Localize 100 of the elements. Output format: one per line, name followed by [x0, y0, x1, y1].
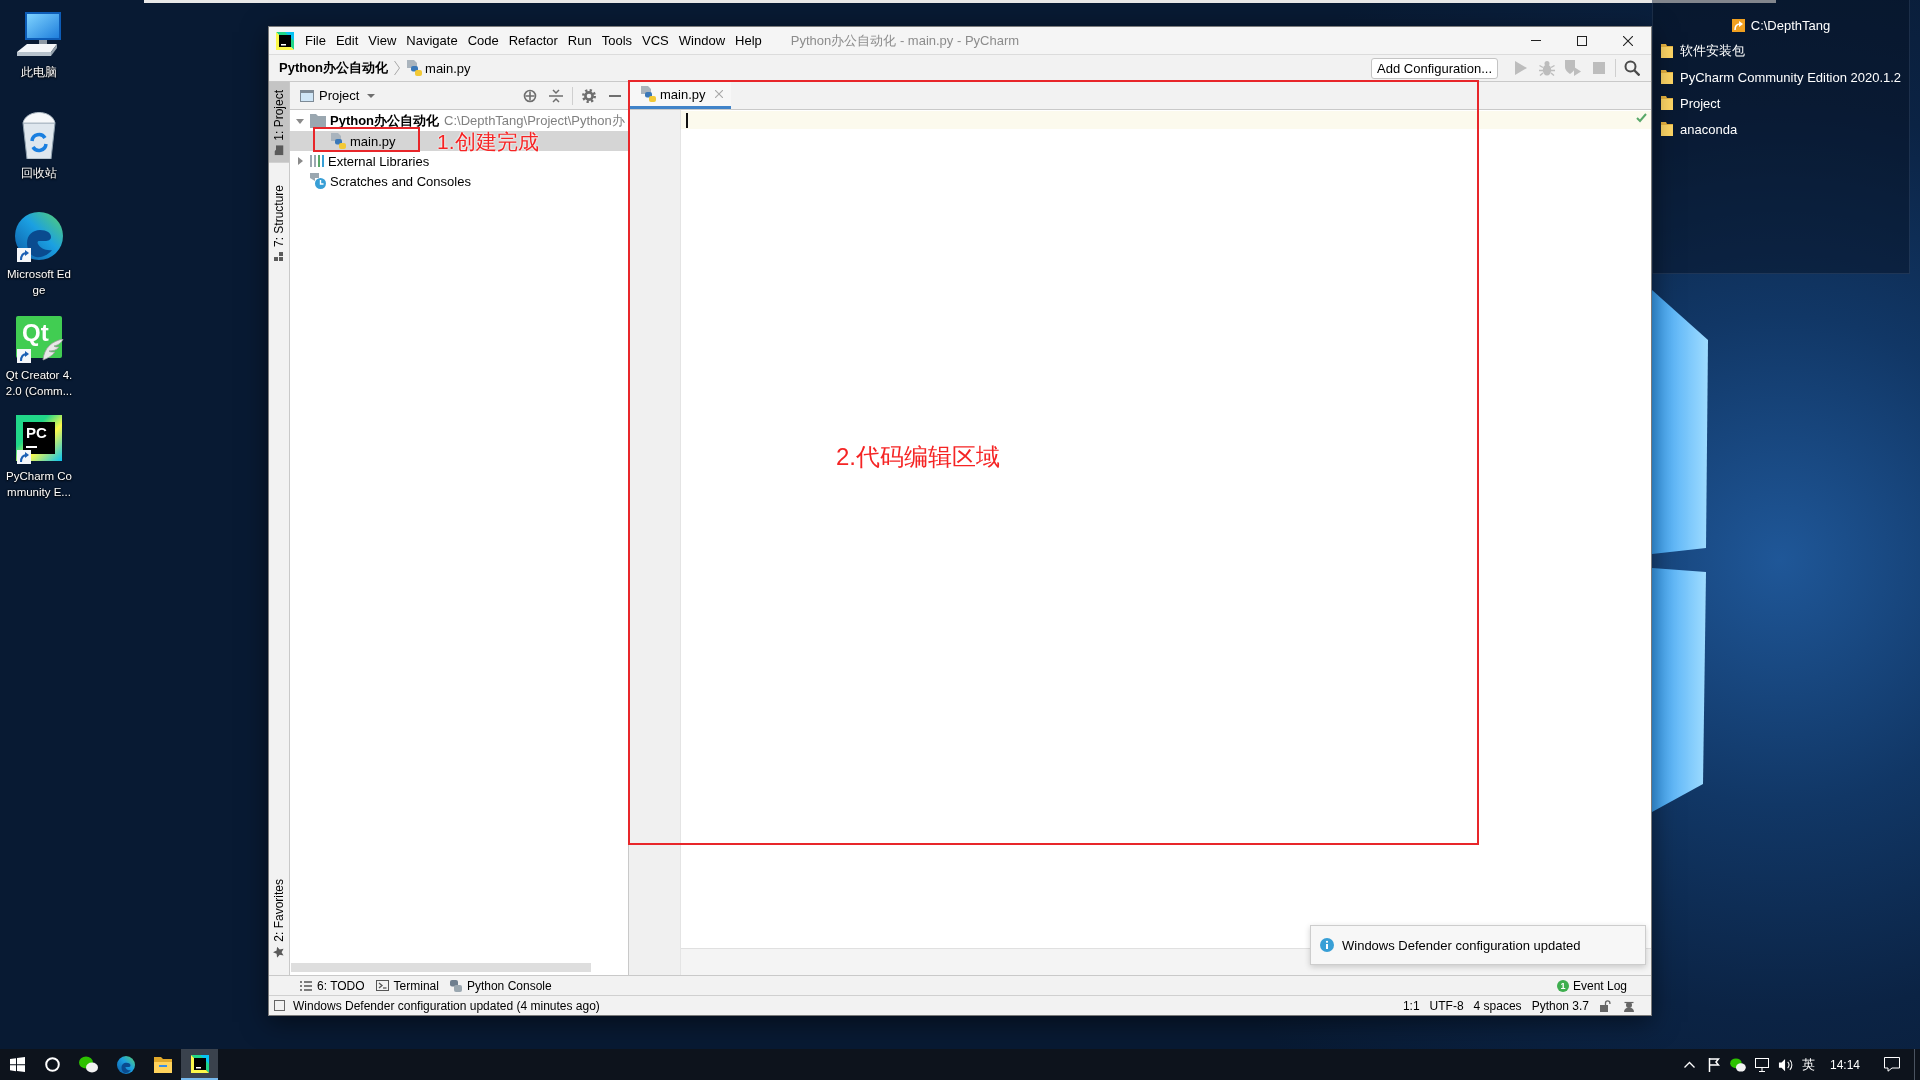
menu-item[interactable]: File: [300, 33, 331, 48]
close-icon[interactable]: [1623, 35, 1633, 46]
tree-row[interactable]: Scratches and Consoles: [290, 171, 628, 191]
menu-item[interactable]: Edit: [330, 33, 364, 48]
tool-window-button[interactable]: 1: Project: [269, 82, 289, 163]
desktop-icon-label[interactable]: Microsoft Edge: [5, 266, 73, 298]
network-icon[interactable]: [1754, 1057, 1769, 1072]
collapse-all-icon[interactable]: [549, 88, 563, 103]
flag-icon[interactable]: [1707, 1057, 1720, 1072]
chevron-right-icon: [394, 61, 401, 75]
status-item[interactable]: Python 3.7: [1526, 998, 1594, 1013]
browser-icon: [116, 1055, 135, 1074]
python-file-icon: [640, 86, 656, 102]
clock-time[interactable]: 14:14: [1819, 1049, 1870, 1080]
app-logo-icon: [276, 31, 294, 50]
desktop-icon-label[interactable]: 此电脑: [5, 64, 73, 80]
scratches-icon: [310, 173, 326, 189]
folder-label[interactable]: Project: [1680, 95, 1721, 111]
annotation-text: 1.创建完成: [437, 131, 539, 152]
input-mode-indicator[interactable]: 英: [1797, 1049, 1820, 1080]
status-message: Windows Defender configuration updated (4 minutes ago): [293, 998, 600, 1013]
desktop-icon-label[interactable]: 回收站: [5, 165, 73, 181]
status-item[interactable]: 1:1: [1397, 998, 1425, 1013]
folder-label[interactable]: PyCharm Community Edition 2020.1.2: [1680, 69, 1902, 85]
python-file-icon: [406, 60, 423, 76]
breadcrumb-item[interactable]: main.py: [406, 60, 471, 76]
tool-window-button[interactable]: Python Console: [444, 978, 558, 993]
expanded-arrow-icon[interactable]: [296, 118, 304, 124]
chat-bubbles-icon: [79, 1056, 98, 1073]
chat-bubbles-icon[interactable]: [1729, 1057, 1746, 1072]
tool-window-button[interactable]: 6: TODO: [295, 978, 371, 993]
folder-label[interactable]: anaconda: [1680, 121, 1738, 137]
folder-icon: [1661, 122, 1673, 136]
panel-icon: [300, 89, 314, 102]
menu-item[interactable]: Run: [562, 33, 597, 48]
breadcrumb-item[interactable]: Python办公自动化: [279, 59, 389, 77]
unlocked-lock-icon[interactable]: [1600, 999, 1611, 1012]
annotation-text: 2.代码编辑区域: [836, 442, 1000, 471]
tree-row[interactable]: Python办公自动化 C:\DepthTang\Project\Python办: [290, 111, 628, 131]
menu-item[interactable]: Code: [462, 33, 504, 48]
ring-icon[interactable]: [45, 1057, 60, 1072]
tool-window-button[interactable]: 2: Favorites: [269, 871, 289, 966]
computer-icon[interactable]: [15, 10, 63, 58]
menu-item[interactable]: VCS: [637, 33, 674, 48]
python-logo-icon: [449, 979, 462, 992]
editor-tab[interactable]: main.py: [629, 82, 731, 109]
text-cursor: [686, 112, 688, 128]
menu-item[interactable]: Navigate: [401, 33, 463, 48]
crosshair-icon[interactable]: [523, 88, 537, 103]
chevron-up-icon[interactable]: [1684, 1061, 1696, 1068]
structure-icon: [274, 251, 284, 261]
list-icon: [300, 980, 312, 991]
gear-icon[interactable]: [582, 88, 596, 103]
browser-icon[interactable]: [15, 212, 63, 260]
event-log-button[interactable]: 1 Event Log: [1556, 978, 1627, 993]
folder-icon: [1661, 70, 1673, 84]
tree-row[interactable]: External Libraries: [290, 151, 628, 171]
event-count-badge: 1: [1556, 979, 1569, 992]
menu-item[interactable]: View: [363, 33, 402, 48]
panel-toggle-icon[interactable]: [274, 1000, 285, 1011]
folder-icon: [310, 114, 326, 128]
folder-icon: [1661, 96, 1673, 110]
minimize-icon[interactable]: [609, 94, 621, 97]
desktop-icon-label[interactable]: Qt Creator 4.2.0 (Comm...: [5, 367, 73, 399]
terminal-icon: [375, 980, 389, 991]
collapsed-arrow-icon[interactable]: [297, 157, 303, 165]
menu-item[interactable]: Help: [730, 33, 767, 48]
folder-title[interactable]: C:\DepthTang: [1750, 17, 1831, 33]
app-logo-icon: [190, 1054, 209, 1073]
menu-item[interactable]: Window: [673, 33, 731, 48]
caret-down-icon: [367, 93, 376, 98]
maximize-icon[interactable]: [1577, 35, 1587, 46]
menu-item[interactable]: Refactor: [503, 33, 563, 48]
folder-icon: [153, 1056, 172, 1073]
status-item[interactable]: UTF-8: [1424, 998, 1469, 1013]
window-title: Python办公自动化 - main.py - PyCharm: [790, 31, 1020, 50]
windows-logo-icon[interactable]: [10, 1057, 25, 1072]
menu-item[interactable]: Tools: [596, 33, 638, 48]
taskbar-button[interactable]: [181, 1049, 218, 1080]
desktop-icon-label[interactable]: PyCharm Community E...: [5, 468, 73, 500]
tool-window-button[interactable]: 7: Structure: [269, 176, 289, 269]
star-icon: [273, 947, 285, 958]
path-text: C:\DepthTang\Project\Python办: [444, 112, 625, 130]
search-icon[interactable]: [1624, 60, 1640, 76]
info-icon: [1320, 938, 1334, 952]
folder-icon: [274, 145, 284, 156]
library-icon: [310, 155, 324, 167]
folder-icon: [1661, 44, 1673, 58]
check-icon: [1636, 113, 1647, 123]
folder-label[interactable]: 软件安装包: [1680, 42, 1745, 60]
status-item[interactable]: 4 spaces: [1468, 998, 1527, 1013]
tool-window-button[interactable]: Terminal: [370, 978, 445, 993]
folder-shortcut-icon[interactable]: [1731, 18, 1745, 32]
notification-icon[interactable]: [1884, 1057, 1900, 1072]
view-selector[interactable]: Project: [300, 88, 376, 103]
inspector-icon[interactable]: [1623, 999, 1635, 1012]
configuration-button[interactable]: Add Configuration...: [1371, 57, 1498, 79]
python-file-icon: [330, 133, 346, 149]
app-logo[interactable]: PC: [16, 415, 62, 461]
speaker-icon[interactable]: [1778, 1057, 1794, 1072]
